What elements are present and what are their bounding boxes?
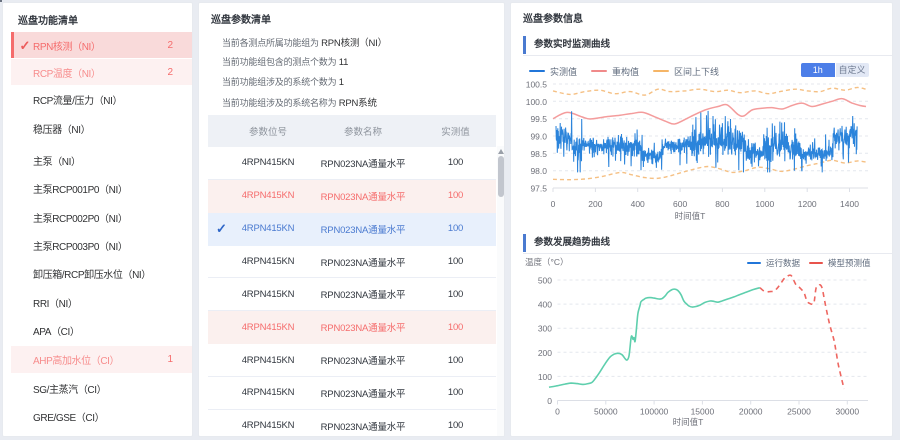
svg-text:20000: 20000: [739, 407, 763, 417]
svg-text:200: 200: [538, 348, 552, 358]
svg-text:500: 500: [538, 276, 552, 286]
svg-text:97.5: 97.5: [530, 184, 547, 194]
svg-text:时间值T: 时间值T: [675, 211, 706, 221]
svg-text:50000: 50000: [594, 407, 618, 417]
svg-text:0: 0: [551, 199, 556, 209]
svg-text:1400: 1400: [840, 199, 859, 209]
svg-text:98.0: 98.0: [530, 166, 547, 176]
svg-text:400: 400: [631, 199, 645, 209]
svg-text:300: 300: [538, 324, 552, 334]
svg-text:25000: 25000: [787, 407, 811, 417]
svg-text:400: 400: [538, 300, 552, 310]
svg-text:100000: 100000: [640, 407, 669, 417]
svg-text:99.0: 99.0: [530, 132, 547, 142]
svg-text:0: 0: [547, 396, 552, 406]
svg-text:100.5: 100.5: [526, 80, 548, 90]
svg-text:98.5: 98.5: [530, 149, 547, 159]
svg-text:600: 600: [673, 199, 687, 209]
svg-text:100.0: 100.0: [526, 97, 548, 107]
svg-text:100: 100: [538, 372, 552, 382]
svg-text:1200: 1200: [798, 199, 817, 209]
svg-text:30000: 30000: [835, 407, 859, 417]
svg-text:800: 800: [715, 199, 729, 209]
svg-text:1000: 1000: [755, 199, 774, 209]
svg-text:15000: 15000: [691, 407, 715, 417]
svg-text:200: 200: [588, 199, 602, 209]
svg-text:99.5: 99.5: [530, 114, 547, 124]
svg-text:时间值T: 时间值T: [673, 417, 704, 427]
svg-text:0: 0: [555, 407, 560, 417]
